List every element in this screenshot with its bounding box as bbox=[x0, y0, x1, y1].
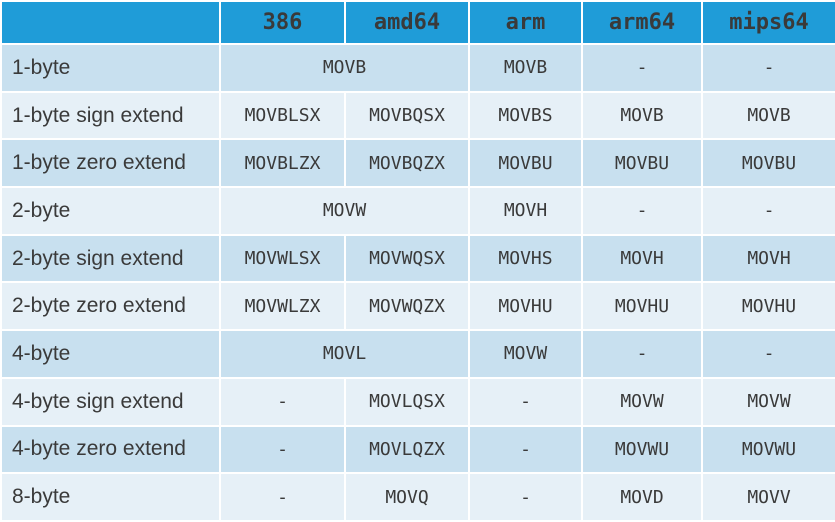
header-mips64: mips64 bbox=[701, 0, 835, 45]
row-label: 4-byte bbox=[0, 329, 221, 379]
table-cell: - bbox=[468, 376, 583, 427]
row-label: 2-byte bbox=[0, 186, 221, 236]
table-cell: MOVHU bbox=[468, 281, 583, 332]
table-cell: MOVB bbox=[581, 90, 703, 141]
row-label: 1-byte bbox=[0, 43, 221, 93]
table-cell: MOVL bbox=[219, 329, 470, 379]
table-row: 4-byte sign extend - MOVLQSX - MOVW MOVW bbox=[0, 376, 835, 427]
row-label: 1-byte sign extend bbox=[0, 90, 221, 141]
table-cell: - bbox=[219, 424, 346, 475]
table-cell: MOVB bbox=[219, 43, 470, 93]
table-row: 4-byte MOVL MOVW - - bbox=[0, 329, 835, 379]
table-cell: MOVB bbox=[701, 90, 835, 141]
table-cell: MOVHS bbox=[468, 233, 583, 284]
table-cell: MOVBU bbox=[701, 138, 835, 189]
table-cell: MOVBU bbox=[468, 138, 583, 189]
table-cell: - bbox=[468, 424, 583, 475]
table-cell: MOVWLZX bbox=[219, 281, 346, 332]
table-row: 2-byte MOVW MOVH - - bbox=[0, 186, 835, 236]
row-label: 1-byte zero extend bbox=[0, 138, 221, 189]
table-cell: MOVD bbox=[581, 472, 703, 522]
table-cell: - bbox=[581, 329, 703, 379]
table-cell: MOVBU bbox=[581, 138, 703, 189]
row-label: 4-byte zero extend bbox=[0, 424, 221, 475]
table-cell: MOVLQSX bbox=[344, 376, 470, 427]
header-arm64: arm64 bbox=[581, 0, 703, 45]
table-body: 1-byte MOVB MOVB - -1-byte sign extend MOVBLS… bbox=[0, 43, 835, 522]
table-cell: - bbox=[219, 376, 346, 427]
table-cell: MOVW bbox=[701, 376, 835, 427]
table-cell: - bbox=[701, 186, 835, 236]
table-cell: MOVW bbox=[219, 186, 470, 236]
header-386: 386 bbox=[219, 0, 346, 45]
table-row: 8-byte - MOVQ - MOVD MOVV bbox=[0, 472, 835, 522]
table-cell: - bbox=[701, 43, 835, 93]
table-cell: MOVWU bbox=[701, 424, 835, 475]
row-label: 4-byte sign extend bbox=[0, 376, 221, 427]
header-corner bbox=[0, 0, 221, 45]
table-cell: MOVBQZX bbox=[344, 138, 470, 189]
table-row: 1-byte sign extend MOVBLSX MOVBQSX MOVBS MOV… bbox=[0, 90, 835, 141]
table-cell: MOVWQSX bbox=[344, 233, 470, 284]
table-row: 2-byte zero extend MOVWLZX MOVWQZX MOVHU MOV… bbox=[0, 281, 835, 332]
table-cell: - bbox=[219, 472, 346, 522]
row-label: 8-byte bbox=[0, 472, 221, 522]
table-cell: MOVBS bbox=[468, 90, 583, 141]
table-cell: MOVBLZX bbox=[219, 138, 346, 189]
row-label: 2-byte zero extend bbox=[0, 281, 221, 332]
table-cell: MOVHU bbox=[701, 281, 835, 332]
table-cell: MOVBQSX bbox=[344, 90, 470, 141]
table-row: 4-byte zero extend - MOVLQZX - MOVWU MOVWU bbox=[0, 424, 835, 475]
table-row: 2-byte sign extend MOVWLSX MOVWQSX MOVHS MOV… bbox=[0, 233, 835, 284]
table-cell: - bbox=[581, 186, 703, 236]
table-cell: MOVV bbox=[701, 472, 835, 522]
table-cell: MOVW bbox=[468, 329, 583, 379]
table-cell: MOVB bbox=[468, 43, 583, 93]
table-cell: MOVHU bbox=[581, 281, 703, 332]
table-cell: MOVWU bbox=[581, 424, 703, 475]
table-cell: MOVQ bbox=[344, 472, 470, 522]
table-cell: MOVLQZX bbox=[344, 424, 470, 475]
header-amd64: amd64 bbox=[344, 0, 470, 45]
move-instruction-table: 386 amd64 arm arm64 mips64 1-byte MOVB MOV… bbox=[0, 0, 835, 522]
table-header-row: 386 amd64 arm arm64 mips64 bbox=[0, 0, 835, 45]
table-cell: - bbox=[701, 329, 835, 379]
table-cell: MOVH bbox=[581, 233, 703, 284]
table-cell: MOVBLSX bbox=[219, 90, 346, 141]
table-cell: MOVH bbox=[701, 233, 835, 284]
table-cell: MOVW bbox=[581, 376, 703, 427]
row-label: 2-byte sign extend bbox=[0, 233, 221, 284]
table-cell: MOVH bbox=[468, 186, 583, 236]
table-row: 1-byte zero extend MOVBLZX MOVBQZX MOVBU MOV… bbox=[0, 138, 835, 189]
table-cell: MOVWQZX bbox=[344, 281, 470, 332]
table-cell: - bbox=[581, 43, 703, 93]
table-row: 1-byte MOVB MOVB - - bbox=[0, 43, 835, 93]
table-cell: - bbox=[468, 472, 583, 522]
header-arm: arm bbox=[468, 0, 583, 45]
table-cell: MOVWLSX bbox=[219, 233, 346, 284]
